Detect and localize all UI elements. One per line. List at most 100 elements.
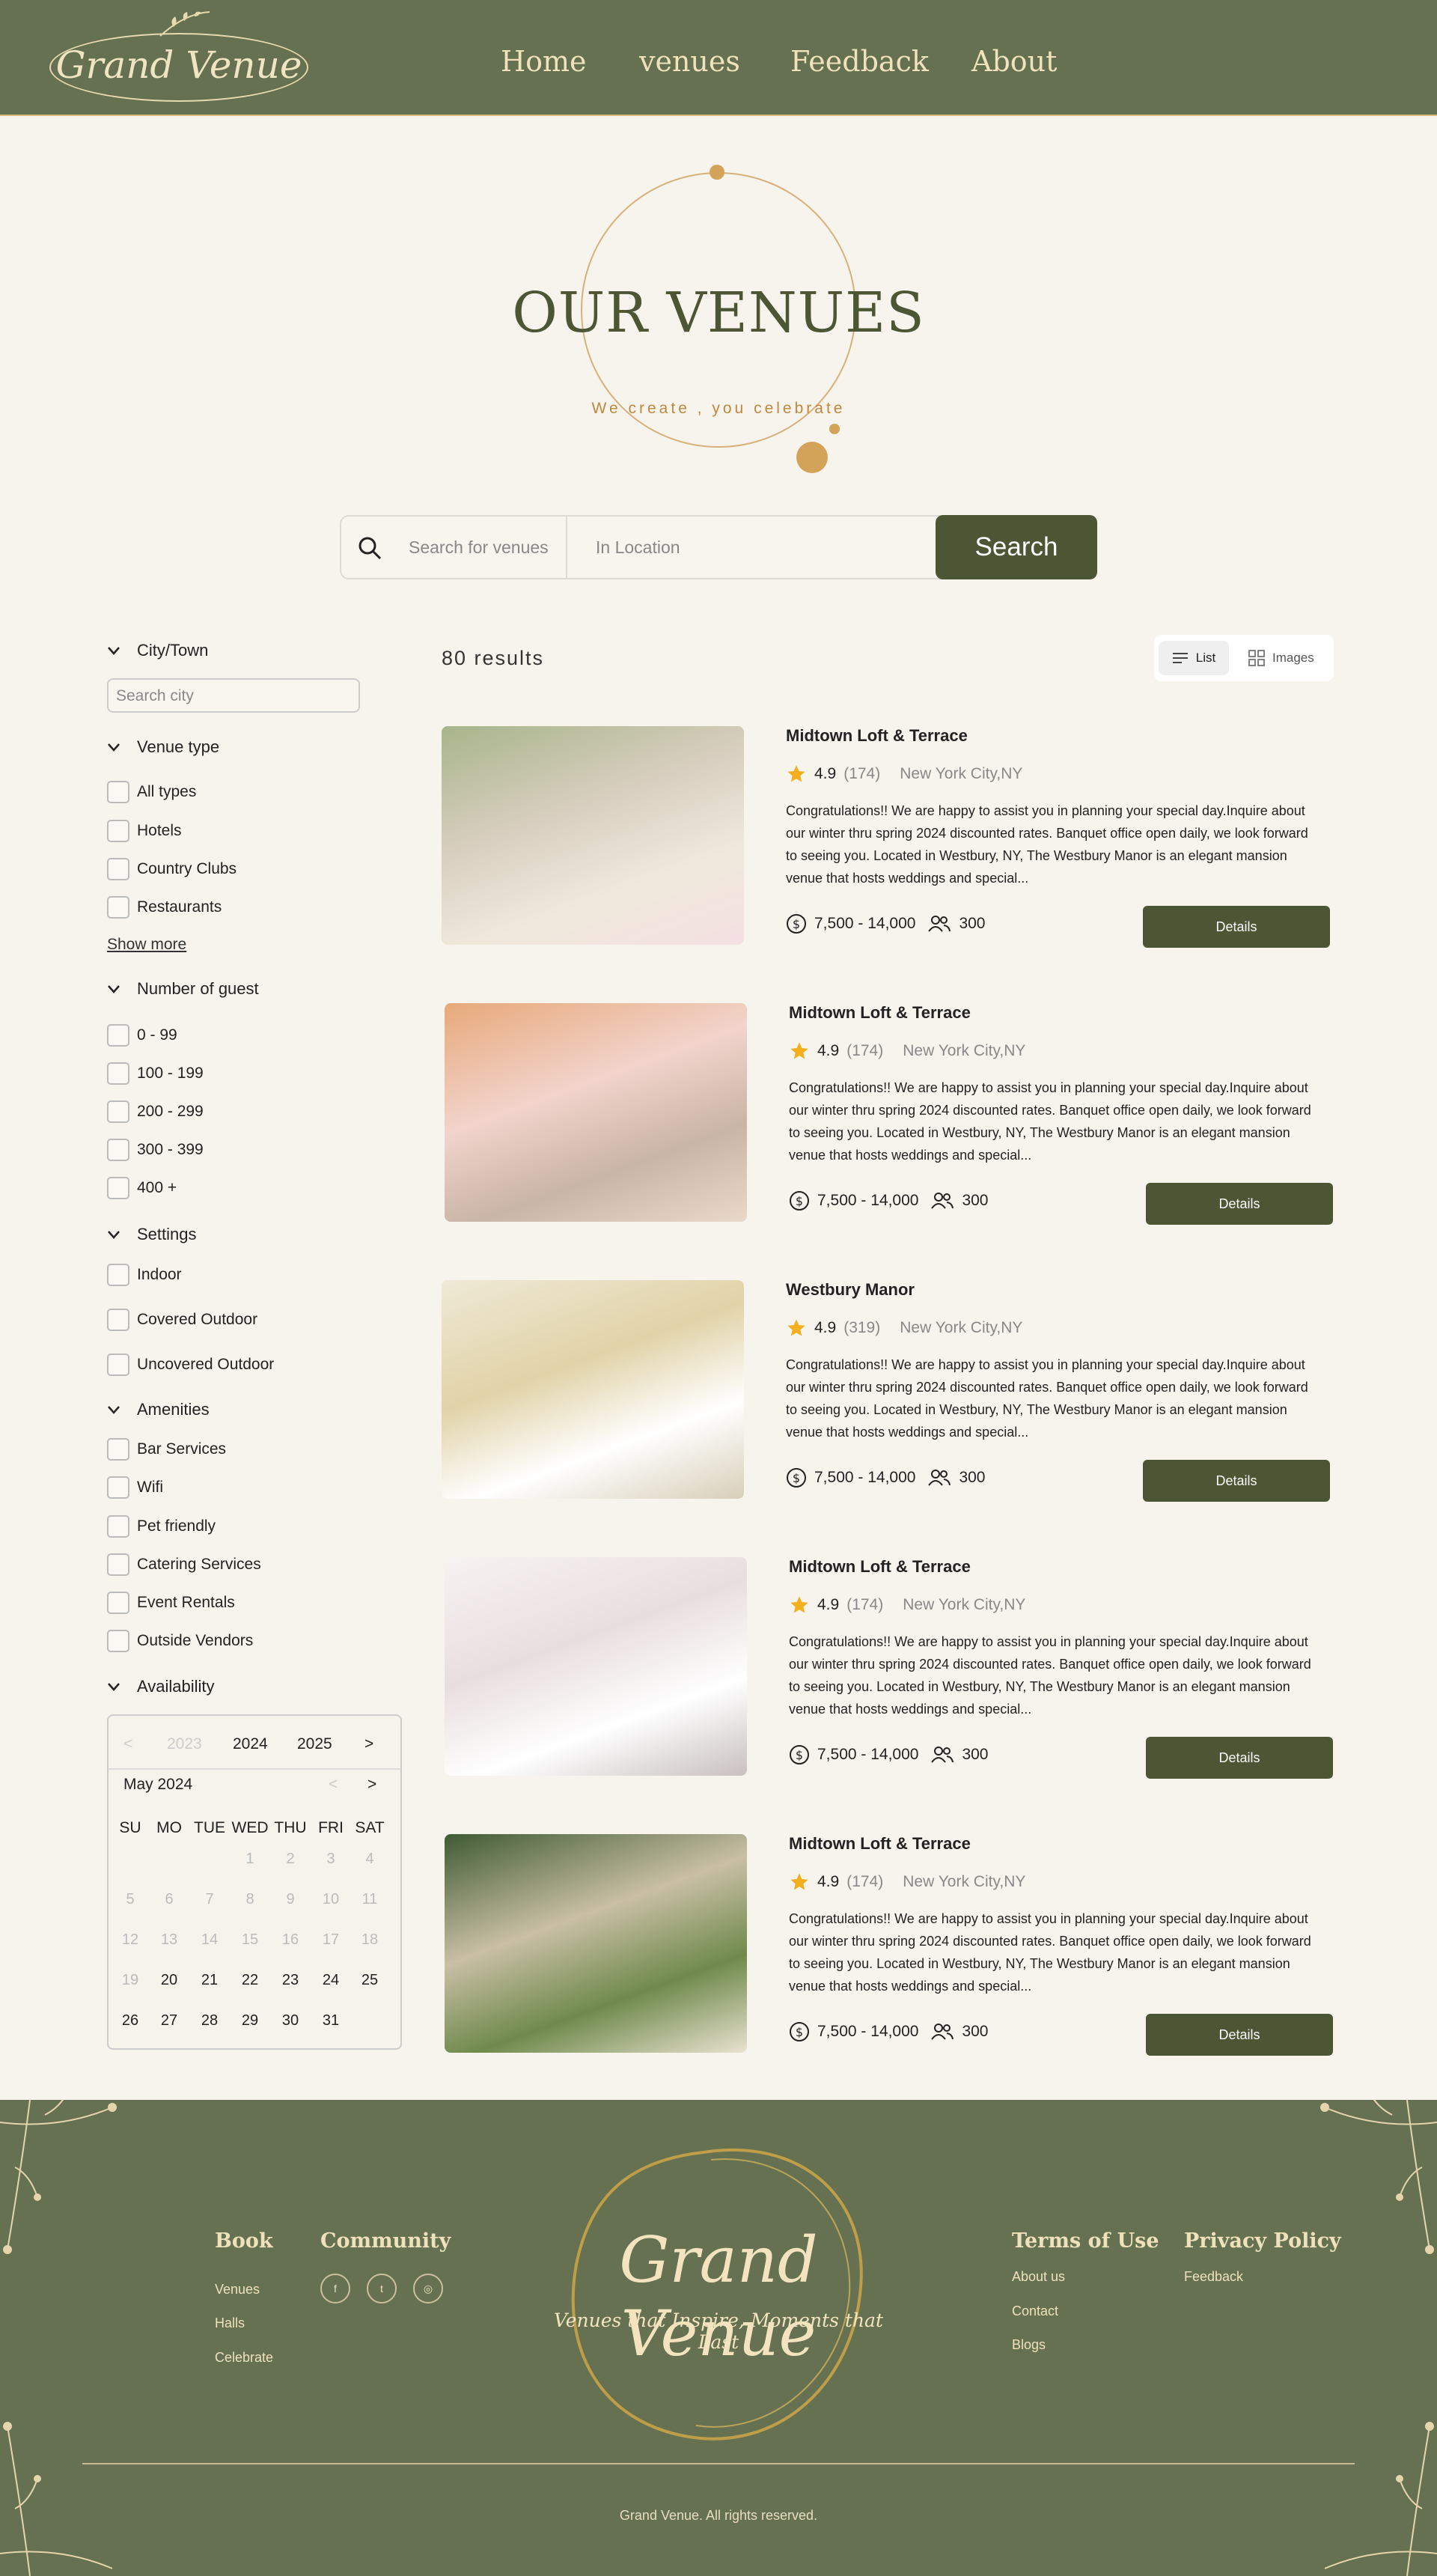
checkbox[interactable] [107,1592,129,1614]
nav-venues[interactable]: venues [639,45,740,78]
checkbox[interactable] [107,896,129,919]
checkbox[interactable] [107,820,129,842]
calendar-day[interactable]: 25 [351,1972,388,1989]
checkbox[interactable] [107,1264,129,1286]
filter-city-header[interactable]: City/Town [107,641,208,660]
checkbox-amenities[interactable]: Outside Vendors [107,1630,253,1652]
guest-capacity: 300 [962,1746,989,1763]
details-button[interactable]: Details [1143,906,1330,948]
footer-link[interactable]: Halls [215,2315,245,2331]
venue-image[interactable] [442,1280,744,1499]
venue-image[interactable] [442,726,744,945]
checkbox-venue-type[interactable]: Restaurants [107,896,222,919]
nav-home[interactable]: Home [501,45,587,78]
venue-name[interactable]: Midtown Loft & Terrace [789,1557,971,1577]
details-button[interactable]: Details [1146,1183,1333,1225]
checkbox[interactable] [107,1354,129,1376]
calendar-day[interactable]: 21 [191,1972,228,1989]
filter-amenities-header[interactable]: Amenities [107,1400,210,1419]
details-button[interactable]: Details [1146,1737,1333,1779]
venue-image[interactable] [445,1557,747,1776]
checkbox[interactable] [107,1438,129,1461]
checkbox-amenities[interactable]: Pet friendly [107,1515,216,1538]
footer-link[interactable]: Contact [1012,2304,1058,2319]
footer-link[interactable]: Venues [215,2282,260,2298]
images-view-button[interactable]: Images [1248,641,1323,675]
checkbox[interactable] [107,1139,129,1161]
calendar-day[interactable]: 29 [231,2012,269,2030]
details-button[interactable]: Details [1146,2014,1333,2056]
checkbox-guests[interactable]: 300 - 399 [107,1139,204,1161]
checkbox-guests[interactable]: 200 - 299 [107,1100,204,1123]
checkbox-guests[interactable]: 400 + [107,1177,177,1199]
calendar-day[interactable]: 22 [231,1972,269,1989]
checkbox-venue-type[interactable]: Hotels [107,820,182,842]
calendar-day[interactable]: 28 [191,2012,228,2030]
checkbox[interactable] [107,1177,129,1199]
nav-feedback[interactable]: Feedback [790,45,929,78]
calendar-day[interactable]: 24 [312,1972,350,1989]
checkbox-settings[interactable]: Covered Outdoor [107,1309,257,1331]
calendar-day[interactable]: 31 [312,2012,350,2030]
checkbox[interactable] [107,1309,129,1331]
footer-link[interactable]: Blogs [1012,2337,1046,2353]
venue-image[interactable] [445,1003,747,1222]
checkbox-amenities[interactable]: Bar Services [107,1438,226,1461]
checkbox-guests[interactable]: 100 - 199 [107,1062,204,1085]
calendar-day[interactable]: 30 [272,2012,309,2030]
checkbox[interactable] [107,781,129,803]
twitter-icon[interactable]: t [367,2274,397,2304]
calendar-day[interactable]: 20 [150,1972,188,1989]
filter-settings-header[interactable]: Settings [107,1225,197,1244]
venue-search-input[interactable]: Search for venues [409,538,549,558]
year-option-selected[interactable]: 2024 [233,1735,268,1753]
chevron-right-icon[interactable]: > [364,1735,373,1753]
checkbox-settings[interactable]: Uncovered Outdoor [107,1354,274,1376]
checkbox[interactable] [107,1024,129,1047]
calendar-day[interactable]: 23 [272,1972,309,1989]
location-input[interactable]: In Location [596,538,680,558]
year-option[interactable]: 2025 [297,1735,332,1753]
venue-image[interactable] [445,1834,747,2053]
footer-link[interactable]: Celebrate [215,2350,273,2366]
facebook-icon[interactable]: f [320,2274,350,2304]
checkbox-settings[interactable]: Indoor [107,1264,182,1286]
instagram-icon[interactable]: ◎ [413,2274,443,2304]
checkbox[interactable] [107,1476,129,1499]
show-more-link[interactable]: Show more [107,936,186,954]
checkbox-venue-type[interactable]: Country Clubs [107,858,237,880]
city-search-input[interactable]: Search city [107,678,360,713]
venue-name[interactable]: Midtown Loft & Terrace [789,1003,971,1023]
checkbox[interactable] [107,1553,129,1576]
checkbox-amenities[interactable]: Catering Services [107,1553,261,1576]
venue-name[interactable]: Midtown Loft & Terrace [786,726,968,746]
chevron-right-icon[interactable]: > [367,1776,376,1794]
year-option[interactable]: 2023 [167,1735,202,1753]
nav-about[interactable]: About [971,45,1057,78]
chevron-left-icon[interactable]: < [123,1735,132,1753]
footer-link[interactable]: Feedback [1184,2269,1243,2285]
checkbox-guests[interactable]: 0 - 99 [107,1024,177,1047]
search-button[interactable]: Search [936,515,1097,579]
calendar-day[interactable]: 27 [150,2012,188,2030]
filter-availability-header[interactable]: Availability [107,1677,215,1696]
checkbox[interactable] [107,1630,129,1652]
checkbox-amenities[interactable]: Wifi [107,1476,163,1499]
venue-name[interactable]: Westbury Manor [786,1280,915,1300]
calendar-day[interactable]: 26 [112,2012,149,2030]
details-button[interactable]: Details [1143,1460,1330,1502]
filter-venue-type-header[interactable]: Venue type [107,737,219,757]
chevron-left-icon[interactable]: < [329,1776,338,1794]
dollar-icon: $ [790,1745,809,1764]
checkbox[interactable] [107,1515,129,1538]
checkbox[interactable] [107,858,129,880]
checkbox[interactable] [107,1062,129,1085]
brand-logo[interactable]: Grand Venue [46,7,311,108]
footer-link[interactable]: About us [1012,2269,1065,2285]
filter-guests-header[interactable]: Number of guest [107,979,259,999]
checkbox-venue-type[interactable]: All types [107,781,196,803]
checkbox-amenities[interactable]: Event Rentals [107,1592,235,1614]
venue-name[interactable]: Midtown Loft & Terrace [789,1834,971,1854]
list-view-button[interactable]: List [1159,641,1229,675]
checkbox[interactable] [107,1100,129,1123]
